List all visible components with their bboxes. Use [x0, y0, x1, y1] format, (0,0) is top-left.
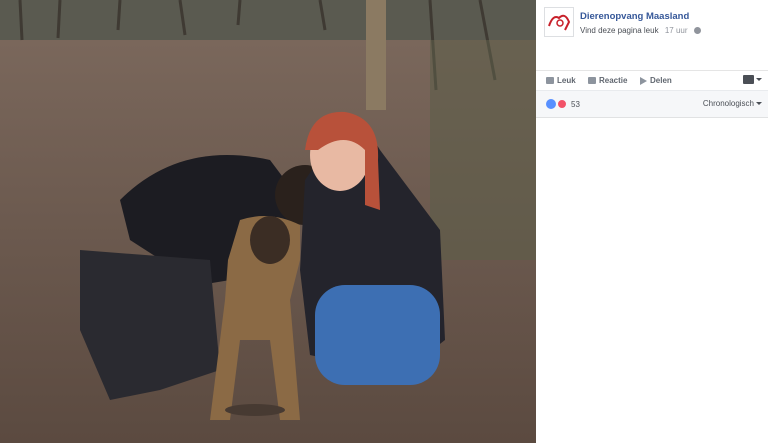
reaction-count[interactable]: 53	[571, 100, 580, 109]
page-logo[interactable]	[544, 7, 574, 37]
comment-order-dropdown[interactable]: Chronologisch	[703, 99, 762, 108]
post-photo[interactable]	[0, 0, 536, 443]
share-icon	[640, 76, 647, 85]
love-reaction-icon[interactable]	[557, 99, 567, 109]
logo-icon	[548, 14, 571, 31]
like-reaction-icon[interactable]	[546, 99, 556, 109]
post-actions: Leuk Reactie Delen	[536, 70, 768, 90]
comment-button[interactable]: Reactie	[588, 76, 627, 85]
page-name-link[interactable]: Dierenopvang Maasland	[580, 11, 689, 22]
like-icon	[546, 77, 554, 84]
post-time[interactable]: 17 uur	[665, 26, 688, 35]
photo-image	[0, 0, 536, 443]
like-label: Leuk	[557, 76, 576, 85]
audience-selector[interactable]	[743, 75, 762, 84]
chevron-down-icon	[756, 78, 762, 81]
like-button[interactable]: Leuk	[546, 76, 576, 85]
post-meta: Vind deze pagina leuk 17 uur	[580, 26, 701, 35]
like-page-link[interactable]: Vind deze pagina leuk	[580, 26, 659, 35]
reactions-bar: 53 Chronologisch	[536, 90, 768, 118]
comment-icon	[588, 77, 596, 84]
chevron-down-icon	[756, 102, 762, 105]
audience-icon	[743, 75, 754, 84]
post-sidebar: Dierenopvang Maasland Vind deze pagina l…	[536, 0, 768, 443]
comment-order-label: Chronologisch	[702, 99, 754, 108]
globe-icon	[693, 27, 701, 34]
share-button[interactable]: Delen	[640, 76, 672, 85]
post-header: Dierenopvang Maasland Vind deze pagina l…	[536, 0, 768, 70]
comment-label: Reactie	[599, 76, 628, 85]
share-label: Delen	[650, 76, 672, 85]
